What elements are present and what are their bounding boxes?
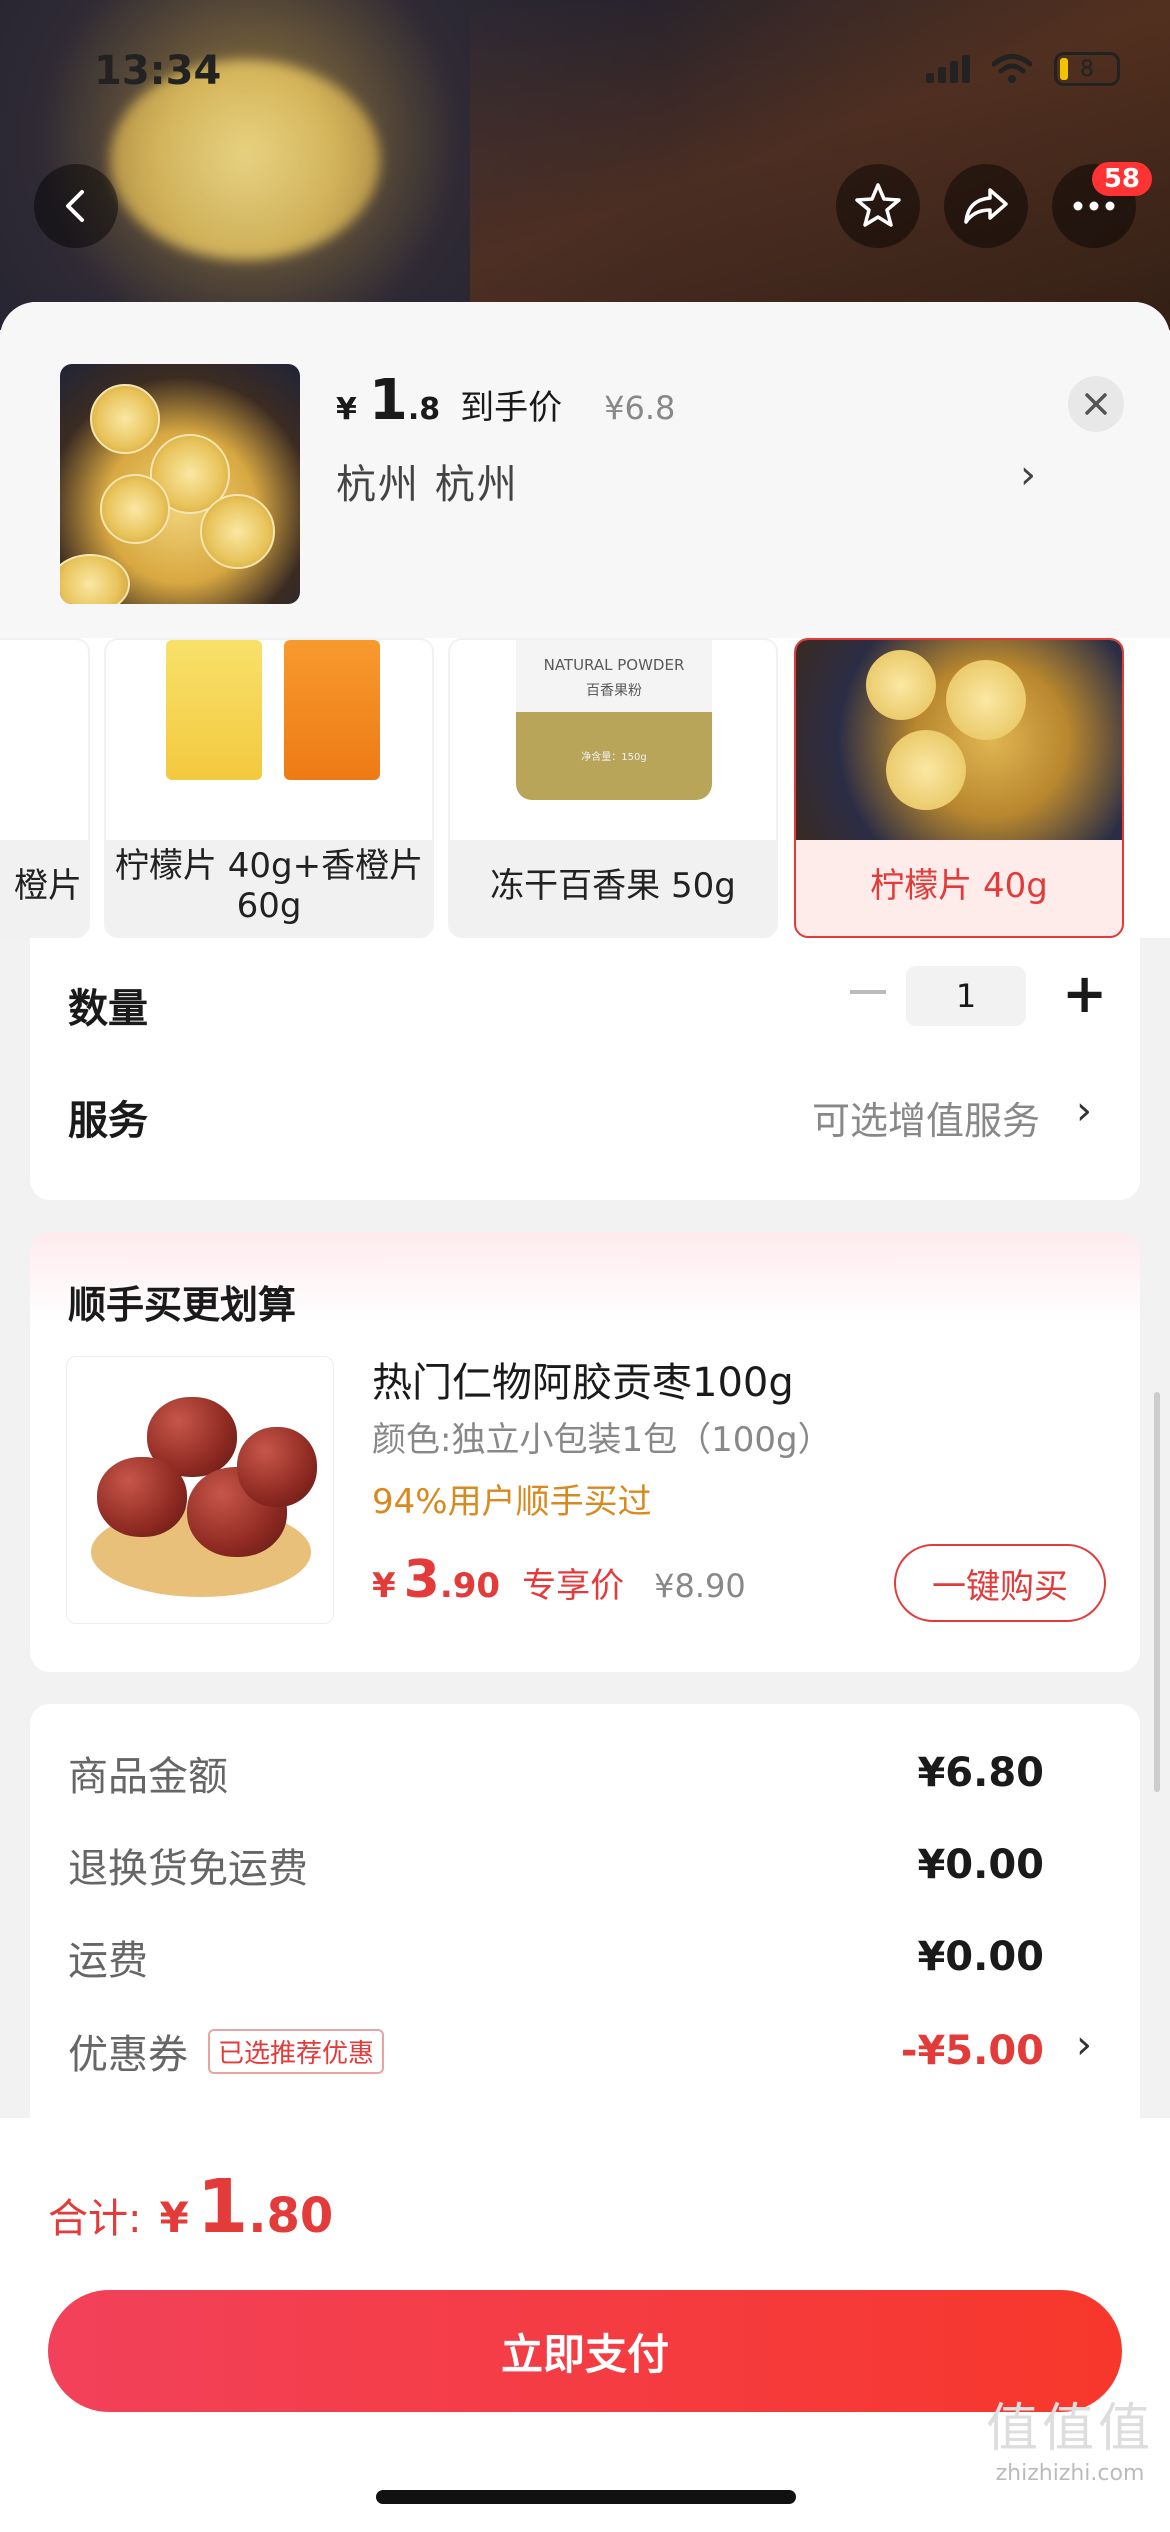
close-icon [1085, 393, 1107, 415]
coupon-tag: 已选推荐优惠 [208, 2028, 385, 2074]
status-icons: 8 [926, 52, 1120, 86]
bundle-title: 顺手买更划算 [68, 1283, 297, 1327]
variant-option[interactable]: 橙片 [0, 638, 90, 938]
close-button[interactable] [1068, 376, 1124, 432]
bundle-product-name[interactable]: 热门仁物阿胶贡枣100g [372, 1350, 794, 1408]
variant-image: NATURAL POWDER 百香果粉 净含量：150g [450, 640, 776, 840]
back-icon [66, 190, 84, 222]
quantity-stepper[interactable]: 1 [906, 966, 1026, 1026]
variant-selector: 橙片 柠檬片 40g+香橙片 60g NATURAL POWDER 百香果粉 净… [0, 638, 1170, 938]
home-indicator[interactable] [376, 2490, 796, 2504]
coupon-value: -¥5.00 [900, 2028, 1044, 2074]
variant-option[interactable]: 柠檬片 40g+香橙片 60g [104, 638, 434, 938]
battery-icon: 8 [1054, 52, 1120, 86]
original-price: ¥6.8 [604, 389, 676, 427]
chevron-right-icon[interactable]: › [1076, 1088, 1092, 1134]
bundle-price: ¥ 3 .90 专享价 ¥8.90 [372, 1550, 746, 1610]
sheet-header: ¥ 1 .8 到手价 ¥6.8 杭州 杭州 › [0, 302, 1170, 638]
options-card: 数量 1 + 服务 可选增值服务 › [30, 938, 1140, 1200]
favorite-star-icon [855, 183, 901, 227]
cellular-signal-icon [926, 55, 970, 83]
summary-row-coupon[interactable]: 优惠券 已选推荐优惠 -¥5.00 [68, 2022, 1044, 2080]
bundle-card: 顺手买更划算 热门仁物阿胶贡枣100g 颜色:独立小包装1包（100g） 94%… [30, 1232, 1140, 1672]
variant-image [106, 640, 432, 840]
price-label: 到手价 [460, 388, 563, 428]
share-button[interactable] [944, 164, 1028, 248]
variant-option[interactable]: NATURAL POWDER 百香果粉 净含量：150g 冻干百香果 50g [448, 638, 778, 938]
minus-icon[interactable] [850, 990, 886, 994]
chevron-right-icon[interactable]: › [1020, 452, 1036, 498]
summary-row-shipping: 运费 ¥0.00 [68, 1934, 1044, 1984]
chevron-right-icon[interactable]: › [1076, 2022, 1092, 2068]
product-thumbnail [60, 364, 300, 604]
product-price: ¥ 1 .8 到手价 ¥6.8 [336, 368, 676, 433]
bundle-popularity: 94%用户顺手买过 [372, 1482, 652, 1522]
one-click-buy-button[interactable]: 一键购买 [894, 1544, 1106, 1622]
status-time: 13:34 [94, 48, 222, 94]
favorite-button[interactable] [836, 164, 920, 248]
scrollbar[interactable] [1154, 1392, 1160, 1792]
cart-count-badge: 58 [1091, 162, 1152, 196]
variant-option-selected[interactable]: 柠檬片 40g [794, 638, 1124, 938]
wifi-icon [992, 54, 1032, 83]
order-summary: 商品金额 ¥6.80 退换货免运费 ¥0.00 运费 ¥0.00 优惠券 已选推… [30, 1704, 1140, 2164]
more-icon [1073, 201, 1115, 211]
service-value[interactable]: 可选增值服务 [812, 1090, 1040, 1145]
service-label: 服务 [68, 1098, 148, 1144]
variant-image [796, 640, 1122, 840]
order-total: 合计: ¥ 1 .80 [48, 2164, 334, 2250]
bundle-original-price: ¥8.90 [654, 1567, 746, 1605]
summary-row-return-shipping: 退换货免运费 ¥0.00 [68, 1842, 1044, 1892]
share-icon [964, 188, 1008, 224]
quantity-label: 数量 [68, 986, 148, 1032]
bundle-product-spec: 颜色:独立小包装1包（100g） [372, 1420, 832, 1460]
summary-row-subtotal: 商品金额 ¥6.80 [68, 1750, 1044, 1800]
watermark: 值值值 zhizhizhi.com [985, 2399, 1154, 2486]
back-button[interactable] [34, 164, 118, 248]
shipping-address[interactable]: 杭州 杭州 [336, 452, 519, 510]
plus-icon[interactable]: + [1062, 964, 1107, 1024]
pay-now-button[interactable]: 立即支付 [48, 2290, 1122, 2412]
bundle-product-image [66, 1356, 334, 1624]
